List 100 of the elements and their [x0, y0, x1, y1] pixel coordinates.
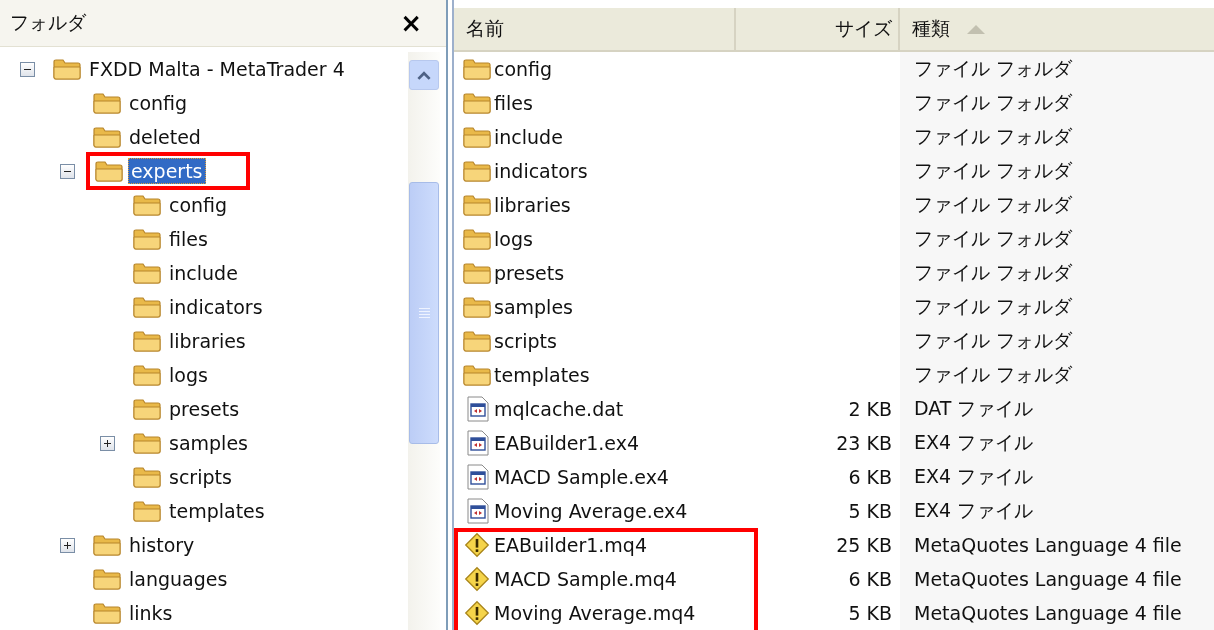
folder-icon: [132, 465, 162, 489]
tree-item[interactable]: FXDD Malta - MetaTrader 4: [86, 56, 348, 82]
folder-icon: [92, 91, 122, 115]
warning-icon: [462, 532, 492, 558]
folder-icon: [94, 159, 124, 183]
file-name[interactable]: indicators: [494, 160, 588, 182]
file-type: ファイル フォルダ: [914, 158, 1073, 183]
file-name[interactable]: templates: [494, 364, 590, 386]
file-type: EX4 ファイル: [914, 430, 1034, 455]
folder-icon: [462, 124, 492, 150]
file-size: 25 KB: [836, 534, 892, 556]
file-size: 6 KB: [848, 466, 892, 488]
folder-icon: [92, 125, 122, 149]
expand-icon[interactable]: [60, 537, 75, 553]
folder-icon: [92, 601, 122, 625]
folder-icon: [52, 57, 82, 81]
warning-icon: [462, 600, 492, 626]
folder-icon: [132, 295, 162, 319]
folder-icon: [462, 56, 492, 82]
file-type: MetaQuotes Language 4 file: [914, 602, 1182, 624]
folder-icon: [462, 362, 492, 388]
tree-item[interactable]: logs: [166, 362, 211, 388]
file-name[interactable]: EABuilder1.mq4: [494, 534, 647, 556]
file-name[interactable]: samples: [494, 296, 573, 318]
tree-item[interactable]: links: [126, 600, 176, 626]
folder-icon: [132, 193, 162, 217]
tree-item[interactable]: include: [166, 260, 241, 286]
scroll-up-button[interactable]: [409, 60, 439, 90]
folder-icon: [92, 533, 122, 557]
expand-icon[interactable]: [100, 435, 115, 451]
folder-icon: [132, 397, 162, 421]
file-name[interactable]: Moving Average.ex4: [494, 500, 688, 522]
folder-icon: [462, 158, 492, 184]
folder-icon: [462, 192, 492, 218]
folder-icon: [462, 294, 492, 320]
tree-item[interactable]: libraries: [166, 328, 249, 354]
folder-icon: [92, 567, 122, 591]
tree-item[interactable]: experts: [128, 158, 206, 184]
file-name[interactable]: config: [494, 58, 553, 80]
tree-item[interactable]: deleted: [126, 124, 204, 150]
tree-item[interactable]: indicators: [166, 294, 266, 320]
folder-icon: [132, 261, 162, 285]
tree-item[interactable]: scripts: [166, 464, 235, 490]
tree-item[interactable]: templates: [166, 498, 268, 524]
file-size: 23 KB: [836, 432, 892, 454]
file-type: ファイル フォルダ: [914, 260, 1073, 285]
file-type: ファイル フォルダ: [914, 192, 1073, 217]
folder-icon: [462, 260, 492, 286]
file-type: ファイル フォルダ: [914, 124, 1073, 149]
file-name[interactable]: logs: [494, 228, 533, 250]
file-type: ファイル フォルダ: [914, 362, 1073, 387]
file-name[interactable]: mqlcache.dat: [494, 398, 624, 420]
file-name[interactable]: include: [494, 126, 563, 148]
file-type: ファイル フォルダ: [914, 56, 1073, 81]
column-header[interactable]: 名前: [454, 8, 736, 52]
file-name[interactable]: scripts: [494, 330, 557, 352]
folder-icon: [132, 227, 162, 251]
collapse-icon[interactable]: [60, 163, 75, 179]
column-header[interactable]: サイズ: [736, 8, 900, 52]
file-type: ファイル フォルダ: [914, 294, 1073, 319]
file-size: 6 KB: [848, 568, 892, 590]
file-type: EX4 ファイル: [914, 464, 1034, 489]
file-type: EX4 ファイル: [914, 498, 1034, 523]
caret-up-icon: [417, 70, 431, 80]
pane-title: フォルダ: [10, 10, 86, 35]
column-header[interactable]: 種類: [900, 8, 1214, 52]
tree-item[interactable]: files: [166, 226, 211, 252]
folder-icon: [132, 431, 162, 455]
sort-ascending-icon: [966, 24, 986, 34]
file-type: MetaQuotes Language 4 file: [914, 534, 1182, 556]
close-button[interactable]: ×: [396, 8, 426, 38]
file-size: 2 KB: [848, 398, 892, 420]
tree-item[interactable]: presets: [166, 396, 243, 422]
scrollbar[interactable]: [408, 52, 440, 630]
scroll-thumb[interactable]: [409, 182, 439, 444]
tree-item[interactable]: languages: [126, 566, 231, 592]
file-type: ファイル フォルダ: [914, 226, 1073, 251]
collapse-icon[interactable]: [20, 61, 35, 77]
tree-item[interactable]: history: [126, 532, 198, 558]
file-name[interactable]: MACD Sample.mq4: [494, 568, 677, 590]
file-type: MetaQuotes Language 4 file: [914, 568, 1182, 590]
file-size: 5 KB: [848, 602, 892, 624]
file-name[interactable]: Moving Average.mq4: [494, 602, 696, 624]
file-type: ファイル フォルダ: [914, 90, 1073, 115]
warning-icon: [462, 566, 492, 592]
file-name[interactable]: EABuilder1.ex4: [494, 432, 639, 454]
tree-item[interactable]: config: [166, 192, 231, 218]
tree-item[interactable]: config: [126, 90, 191, 116]
file-type: DAT ファイル: [914, 396, 1034, 421]
file-name[interactable]: libraries: [494, 194, 571, 216]
folder-icon: [462, 90, 492, 116]
tree-item[interactable]: samples: [166, 430, 251, 456]
folder-icon: [132, 329, 162, 353]
folder-icon: [462, 328, 492, 354]
file-size: 5 KB: [848, 500, 892, 522]
file-name[interactable]: presets: [494, 262, 565, 284]
folder-icon: [462, 226, 492, 252]
file-name[interactable]: MACD Sample.ex4: [494, 466, 669, 488]
file-name[interactable]: files: [494, 92, 533, 114]
file-type: ファイル フォルダ: [914, 328, 1073, 353]
